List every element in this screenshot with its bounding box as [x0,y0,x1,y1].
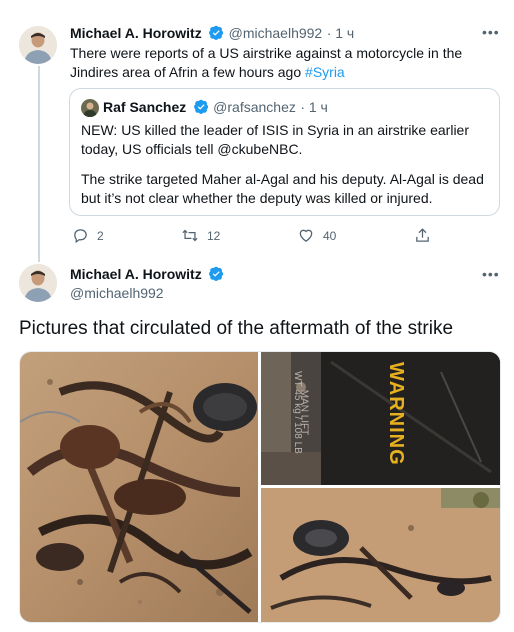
quote-paragraph-1: NEW: US killed the leader of ISIS in Syr… [81,122,470,157]
thread-connector-line [38,66,40,262]
author-name[interactable]: Michael A. Horowitz [70,25,202,41]
quote-paragraph-2: The strike targeted Maher al-Agal and hi… [81,171,484,206]
verified-badge-icon [193,99,209,114]
retweet-count: 12 [207,228,221,243]
tweet2-text: Pictures that circulated of the aftermat… [19,318,454,339]
quote-avatar [81,99,99,117]
like-button[interactable]: 40 [297,227,336,244]
author-name[interactable]: Michael A. Horowitz [70,266,202,282]
tweet1-body: There were reports of a US airstrike aga… [70,45,463,80]
tweet1-text: There were reports of a US airstrike aga… [70,44,490,82]
reply-icon [74,229,87,244]
avatar-photo [19,26,57,64]
tweet1-header: Michael A. Horowitz @michaelh992 · 1 ч [70,25,470,43]
avatar-photo [19,264,57,302]
man-lift-label: MAN LIFT [298,362,341,472]
weight-label: WT 45 kg / 108 LB [292,362,321,472]
quote-author-name: Raf Sanchez [103,99,187,115]
quoted-tweet-card[interactable]: Raf Sanchez @rafsanchez · 1 ч NEW: US ki… [69,88,500,216]
avatar[interactable] [19,264,57,302]
hashtag-link[interactable]: #Syria [305,64,345,80]
retweet-icon [182,229,198,242]
verified-badge-icon [209,25,224,40]
reply-count: 2 [97,228,104,243]
more-options-icon[interactable]: ••• [482,24,500,40]
avatar[interactable] [19,26,57,64]
media-grid: WARNING MAN LIFT WT 45 kg / 108 LB [19,351,501,623]
retweet-button[interactable]: 12 [181,227,220,244]
more-options-icon[interactable]: ••• [482,266,500,282]
photo-wreckage-large[interactable] [20,352,258,622]
share-button[interactable] [414,227,431,244]
quote-header: Raf Sanchez @rafsanchez · 1 ч [103,99,328,117]
photo-wreckage-small[interactable] [261,488,500,622]
heart-icon [299,229,313,242]
photo-warning-label[interactable]: WARNING MAN LIFT WT 45 kg / 108 LB [261,352,500,485]
tweet-time[interactable]: · 1 ч [327,25,355,41]
reply-button[interactable]: 2 [72,227,104,244]
quote-time: · 1 ч [300,99,328,115]
warning-text: WARNING [385,362,407,466]
author-handle[interactable]: @michaelh992 [70,285,164,301]
verified-badge-icon [209,266,224,281]
quote-author-handle: @rafsanchez [213,99,296,115]
share-icon [416,228,429,242]
author-handle[interactable]: @michaelh992 [229,25,323,41]
tweet2-header: Michael A. Horowitz [70,266,224,284]
weight-text: WT 45 kg / 108 LB [291,371,303,454]
like-count: 40 [323,228,337,243]
